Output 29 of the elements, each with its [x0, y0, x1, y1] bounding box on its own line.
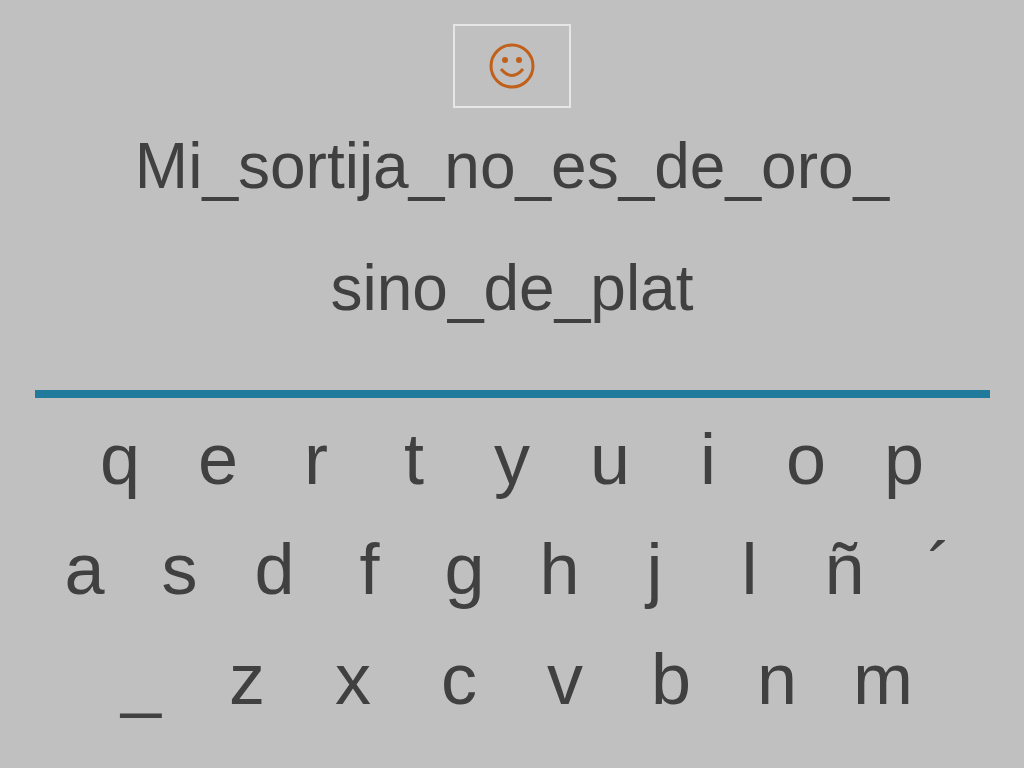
letter-key[interactable]: z: [194, 640, 300, 718]
letter-key[interactable]: ñ: [797, 530, 892, 608]
letter-key[interactable]: t: [365, 420, 463, 498]
smiley-button[interactable]: [453, 24, 571, 108]
letter-key[interactable]: y: [463, 420, 561, 498]
smiley-icon: [488, 42, 536, 90]
letter-key[interactable]: r: [267, 420, 365, 498]
letter-key[interactable]: e: [169, 420, 267, 498]
letter-key[interactable]: ´: [892, 530, 987, 608]
letter-key[interactable]: b: [618, 640, 724, 718]
letter-key[interactable]: l: [702, 530, 797, 608]
letter-key[interactable]: q: [71, 420, 169, 498]
letter-key[interactable]: v: [512, 640, 618, 718]
letter-key[interactable]: f: [322, 530, 417, 608]
letter-key[interactable]: m: [830, 640, 936, 718]
letter-key[interactable]: a: [37, 530, 132, 608]
letter-key[interactable]: d: [227, 530, 322, 608]
letter-key[interactable]: n: [724, 640, 830, 718]
letter-key[interactable]: p: [855, 420, 953, 498]
letter-key[interactable]: x: [300, 640, 406, 718]
letter-key[interactable]: i: [659, 420, 757, 498]
letter-key[interactable]: c: [406, 640, 512, 718]
letter-key[interactable]: s: [132, 530, 227, 608]
letter-key[interactable]: _: [88, 640, 194, 718]
letter-key[interactable]: o: [757, 420, 855, 498]
letter-key[interactable]: j: [607, 530, 702, 608]
letter-key[interactable]: u: [561, 420, 659, 498]
letter-key[interactable]: h: [512, 530, 607, 608]
letter-key[interactable]: g: [417, 530, 512, 608]
